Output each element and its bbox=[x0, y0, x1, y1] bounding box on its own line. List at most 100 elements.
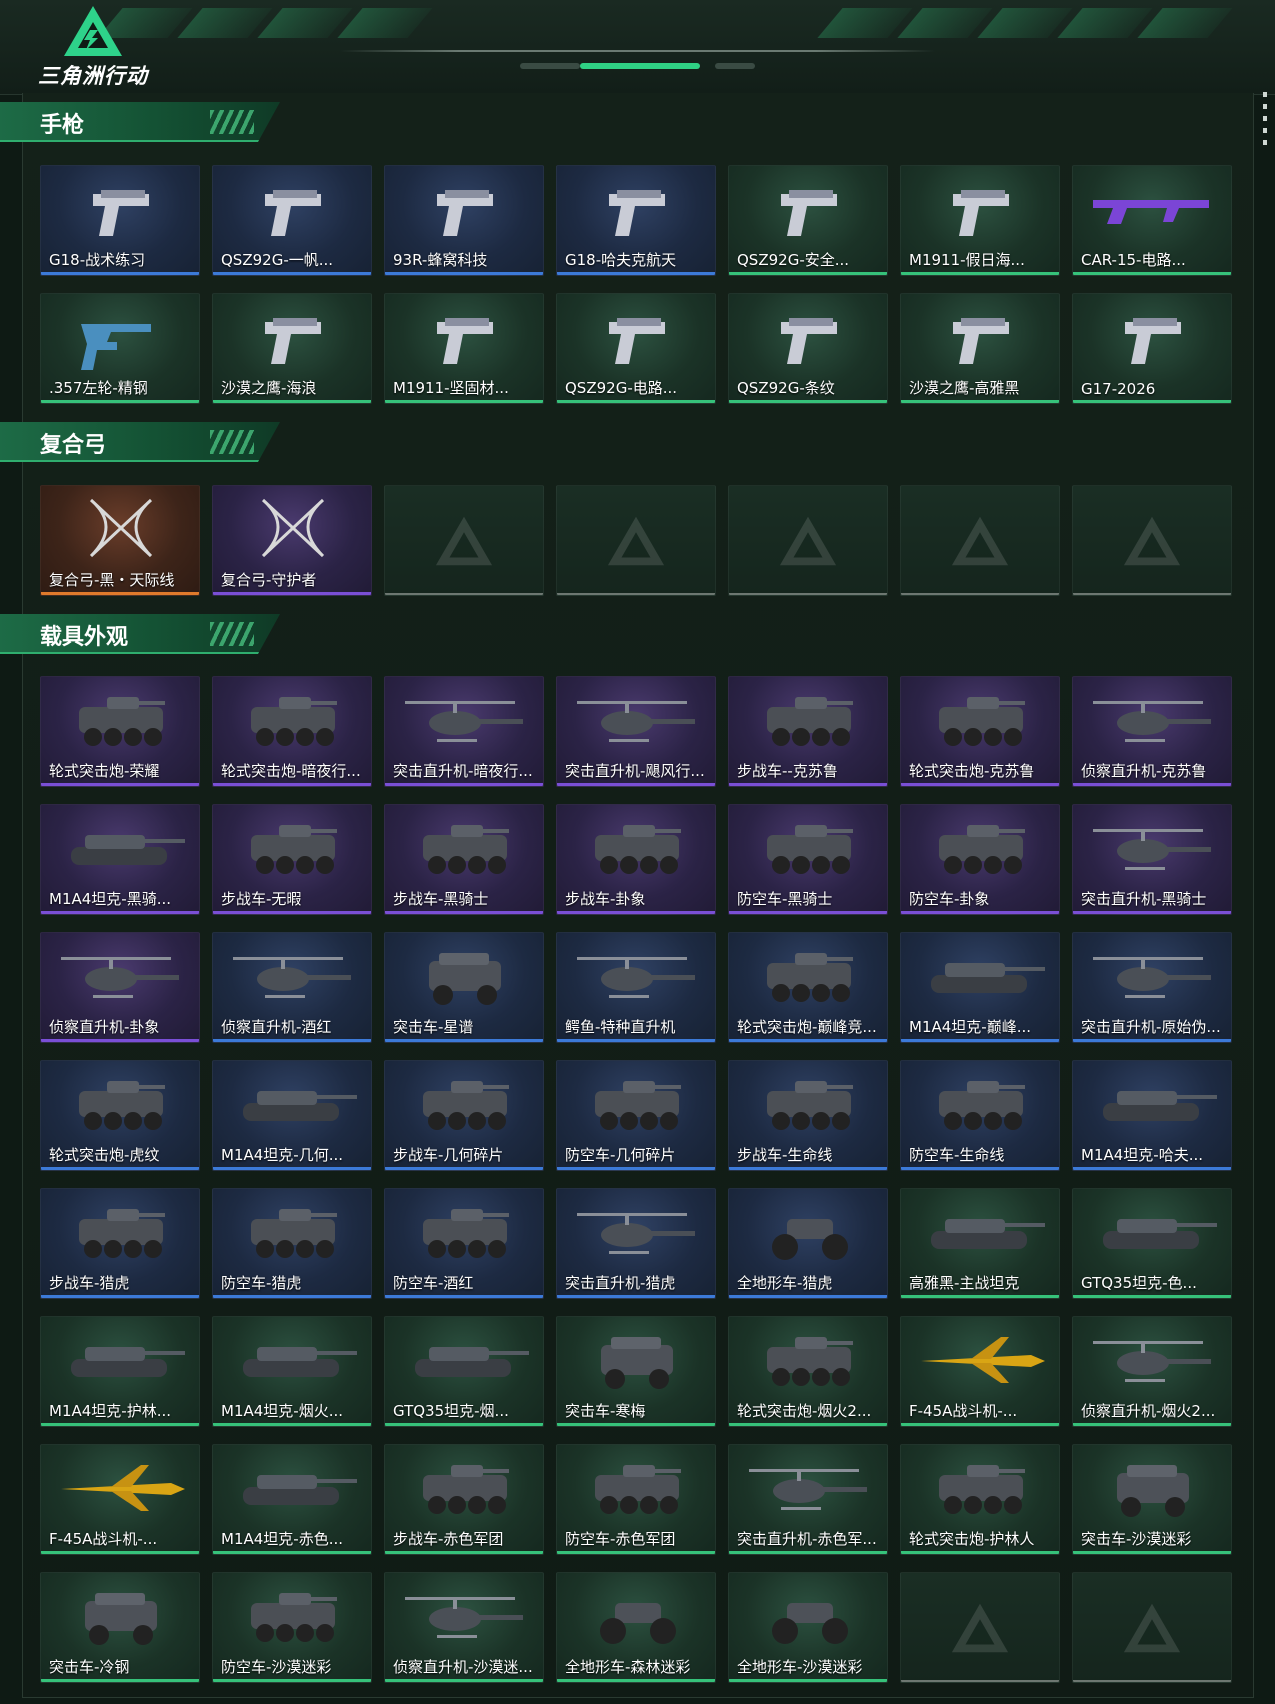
helicopter-icon bbox=[1093, 957, 1211, 998]
skin-card[interactable]: 突击直升机-猎虎 bbox=[556, 1188, 716, 1299]
skin-name: 突击车-星谱 bbox=[393, 1018, 474, 1036]
skin-card[interactable]: 防空车-生命线 bbox=[900, 1060, 1060, 1171]
rarity-bar bbox=[213, 400, 371, 403]
empty-slot bbox=[900, 1572, 1060, 1683]
skin-card[interactable]: 突击直升机-赤色军... bbox=[728, 1444, 888, 1555]
skin-card[interactable]: .357左轮-精钢 bbox=[40, 293, 200, 404]
rarity-bar bbox=[1073, 1167, 1231, 1170]
rarity-bar bbox=[1073, 400, 1231, 403]
pistol-icon bbox=[953, 190, 1009, 236]
skin-card[interactable]: QSZ92G-电路... bbox=[556, 293, 716, 404]
skin-card[interactable]: 突击车-沙漠迷彩 bbox=[1072, 1444, 1232, 1555]
skin-card[interactable]: M1A4坦克-烟火... bbox=[212, 1316, 372, 1427]
skin-card[interactable]: 步战车-赤色军团 bbox=[384, 1444, 544, 1555]
rarity-bar bbox=[729, 272, 887, 275]
skin-card[interactable]: 步战车-卦象 bbox=[556, 804, 716, 915]
skin-card[interactable]: 鳄鱼-特种直升机 bbox=[556, 932, 716, 1043]
skin-card[interactable]: M1A4坦克-黑骑... bbox=[40, 804, 200, 915]
skin-card[interactable]: M1911-假日海... bbox=[900, 165, 1060, 276]
skin-card[interactable]: M1A4坦克-几何... bbox=[212, 1060, 372, 1171]
skin-card[interactable]: G18-哈夫克航天 bbox=[556, 165, 716, 276]
skin-card[interactable]: GTQ35坦克-色... bbox=[1072, 1188, 1232, 1299]
skin-card[interactable]: GTQ35坦克-烟... bbox=[384, 1316, 544, 1427]
skin-card[interactable]: QSZ92G-一帆... bbox=[212, 165, 372, 276]
skin-name: CAR-15-电路... bbox=[1081, 251, 1186, 269]
skin-card[interactable]: 复合弓-守护者 bbox=[212, 485, 372, 596]
armored-vehicle-icon bbox=[423, 1465, 509, 1514]
skin-card[interactable]: 侦察直升机-卦象 bbox=[40, 932, 200, 1043]
skin-card[interactable]: 高雅黑-主战坦克 bbox=[900, 1188, 1060, 1299]
skin-card[interactable]: M1A4坦克-巅峰... bbox=[900, 932, 1060, 1043]
skin-card[interactable]: G18-战术练习 bbox=[40, 165, 200, 276]
skin-card[interactable]: 突击车-寒梅 bbox=[556, 1316, 716, 1427]
skin-card[interactable]: 步战车-几何碎片 bbox=[384, 1060, 544, 1171]
skin-card[interactable]: 轮式突击炮-烟火2... bbox=[728, 1316, 888, 1427]
skin-card[interactable]: 沙漠之鹰-高雅黑 bbox=[900, 293, 1060, 404]
skin-card[interactable]: 侦察直升机-沙漠迷... bbox=[384, 1572, 544, 1683]
skin-name: 步战车-黑骑士 bbox=[393, 890, 489, 908]
skin-card[interactable]: 突击车-冷钢 bbox=[40, 1572, 200, 1683]
skin-card[interactable]: 防空车-几何碎片 bbox=[556, 1060, 716, 1171]
skin-card[interactable]: F-45A战斗机-... bbox=[40, 1444, 200, 1555]
skin-card[interactable]: 防空车-卦象 bbox=[900, 804, 1060, 915]
skin-card[interactable]: 突击直升机-暗夜行... bbox=[384, 676, 544, 787]
skin-card[interactable]: M1911-坚固材... bbox=[384, 293, 544, 404]
skin-card[interactable]: 轮式突击炮-巅峰竞... bbox=[728, 932, 888, 1043]
skin-card[interactable]: 突击直升机-原始伪... bbox=[1072, 932, 1232, 1043]
skin-card[interactable]: 防空车-赤色军团 bbox=[556, 1444, 716, 1555]
skin-card[interactable]: CAR-15-电路... bbox=[1072, 165, 1232, 276]
rarity-bar bbox=[41, 1679, 199, 1682]
skin-card[interactable]: F-45A战斗机-... bbox=[900, 1316, 1060, 1427]
rifle-icon bbox=[1093, 200, 1209, 224]
rarity-bar bbox=[729, 783, 887, 786]
scrollbar[interactable] bbox=[1263, 92, 1267, 152]
skin-card[interactable]: 轮式突击炮-荣耀 bbox=[40, 676, 200, 787]
skin-card[interactable]: 轮式突击炮-克苏鲁 bbox=[900, 676, 1060, 787]
rarity-bar bbox=[557, 911, 715, 914]
armored-vehicle-icon bbox=[79, 1081, 165, 1130]
section-header: 复合弓 bbox=[0, 422, 280, 462]
skin-card[interactable]: 全地形车-猎虎 bbox=[728, 1188, 888, 1299]
skin-card[interactable]: M1A4坦克-哈夫... bbox=[1072, 1060, 1232, 1171]
skin-card[interactable]: 步战车-生命线 bbox=[728, 1060, 888, 1171]
skin-card[interactable]: 防空车-黑骑士 bbox=[728, 804, 888, 915]
atv-icon bbox=[600, 1603, 676, 1644]
skin-card[interactable]: 步战车-黑骑士 bbox=[384, 804, 544, 915]
skin-card[interactable]: 93R-蜂窝科技 bbox=[384, 165, 544, 276]
skin-card[interactable]: QSZ92G-条纹 bbox=[728, 293, 888, 404]
skin-card[interactable]: 防空车-沙漠迷彩 bbox=[212, 1572, 372, 1683]
skin-card[interactable]: 防空车-猎虎 bbox=[212, 1188, 372, 1299]
skin-card[interactable]: 轮式突击炮-虎纹 bbox=[40, 1060, 200, 1171]
skin-card[interactable]: 侦察直升机-克苏鲁 bbox=[1072, 676, 1232, 787]
skin-card[interactable]: 沙漠之鹰-海浪 bbox=[212, 293, 372, 404]
skin-card[interactable]: M1A4坦克-护林... bbox=[40, 1316, 200, 1427]
skin-card[interactable]: 步战车-无暇 bbox=[212, 804, 372, 915]
helicopter-icon bbox=[577, 701, 695, 742]
rarity-bar bbox=[213, 1679, 371, 1682]
skin-card[interactable]: 突击直升机-黑骑士 bbox=[1072, 804, 1232, 915]
skin-card[interactable]: G17-2026 bbox=[1072, 293, 1232, 404]
skin-card[interactable]: 防空车-酒红 bbox=[384, 1188, 544, 1299]
header-pill bbox=[520, 63, 580, 69]
rarity-bar bbox=[1073, 783, 1231, 786]
armored-vehicle-icon bbox=[767, 953, 853, 1002]
skin-card[interactable]: 全地形车-森林迷彩 bbox=[556, 1572, 716, 1683]
skin-name: 轮式突击炮-护林人 bbox=[909, 1530, 1035, 1548]
skin-name: G18-战术练习 bbox=[49, 251, 146, 269]
skin-card[interactable]: 步战车--克苏鲁 bbox=[728, 676, 888, 787]
skin-name: F-45A战斗机-... bbox=[909, 1402, 1018, 1420]
skin-card[interactable]: M1A4坦克-赤色... bbox=[212, 1444, 372, 1555]
skin-card[interactable]: 侦察直升机-酒红 bbox=[212, 932, 372, 1043]
skin-name: 复合弓-守护者 bbox=[221, 571, 317, 589]
skin-card[interactable]: QSZ92G-安全... bbox=[728, 165, 888, 276]
skin-card[interactable]: 突击车-星谱 bbox=[384, 932, 544, 1043]
skin-name: 防空车-黑骑士 bbox=[737, 890, 833, 908]
skin-card[interactable]: 侦察直升机-烟火2... bbox=[1072, 1316, 1232, 1427]
skin-name: 防空车-赤色军团 bbox=[565, 1530, 676, 1548]
skin-card[interactable]: 轮式突击炮-暗夜行... bbox=[212, 676, 372, 787]
skin-card[interactable]: 步战车-猎虎 bbox=[40, 1188, 200, 1299]
skin-card[interactable]: 轮式突击炮-护林人 bbox=[900, 1444, 1060, 1555]
skin-card[interactable]: 复合弓-黑・天际线 bbox=[40, 485, 200, 596]
skin-card[interactable]: 突击直升机-飓风行... bbox=[556, 676, 716, 787]
skin-card[interactable]: 全地形车-沙漠迷彩 bbox=[728, 1572, 888, 1683]
